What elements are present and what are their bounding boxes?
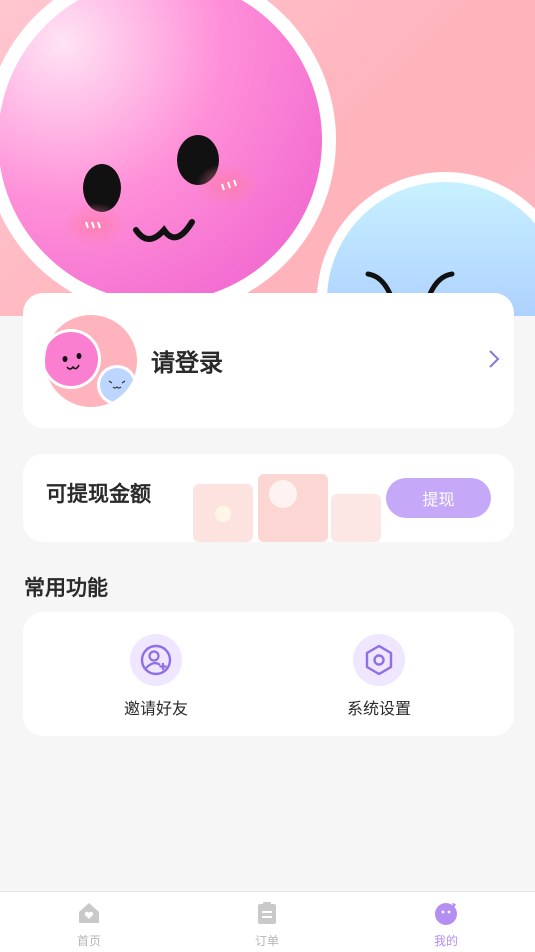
feature-label: 邀请好友 <box>123 699 188 718</box>
feature-system-settings[interactable]: 系统设置 <box>304 634 454 719</box>
feature-invite-friends[interactable]: 邀请好友 <box>81 634 231 719</box>
login-card[interactable]: 请登录 <box>23 293 514 428</box>
chevron-right-icon[interactable] <box>486 347 502 371</box>
login-prompt[interactable]: 请登录 <box>151 343 223 378</box>
tab-label: 我的 <box>433 934 458 948</box>
tab-orders[interactable]: 订单 <box>227 900 307 949</box>
invite-friend-icon <box>130 634 182 686</box>
home-icon <box>79 903 99 923</box>
gift-decoration <box>163 454 403 542</box>
settings-icon <box>353 634 405 686</box>
hero-illustration <box>0 0 535 316</box>
withdrawable-amount-label: 可提现金额 <box>46 482 151 506</box>
feature-label: 系统设置 <box>346 699 411 718</box>
hero-banner <box>0 0 535 316</box>
tab-label: 首页 <box>76 934 101 948</box>
avatar <box>45 315 137 407</box>
features-card: 邀请好友 系统设置 <box>23 612 514 736</box>
avatar-illustration <box>45 315 137 407</box>
withdraw-card: 可提现金额 提现 <box>23 454 514 542</box>
withdraw-button[interactable]: 提现 <box>386 478 491 518</box>
order-icon <box>258 902 276 924</box>
bottom-tab-bar: 首页 订单 我的 <box>0 891 535 952</box>
section-title-features: 常用功能 <box>24 576 108 600</box>
mine-icon <box>435 903 457 925</box>
tab-mine[interactable]: 我的 <box>406 900 486 949</box>
tab-label: 订单 <box>254 934 279 948</box>
tab-home[interactable]: 首页 <box>49 900 129 949</box>
